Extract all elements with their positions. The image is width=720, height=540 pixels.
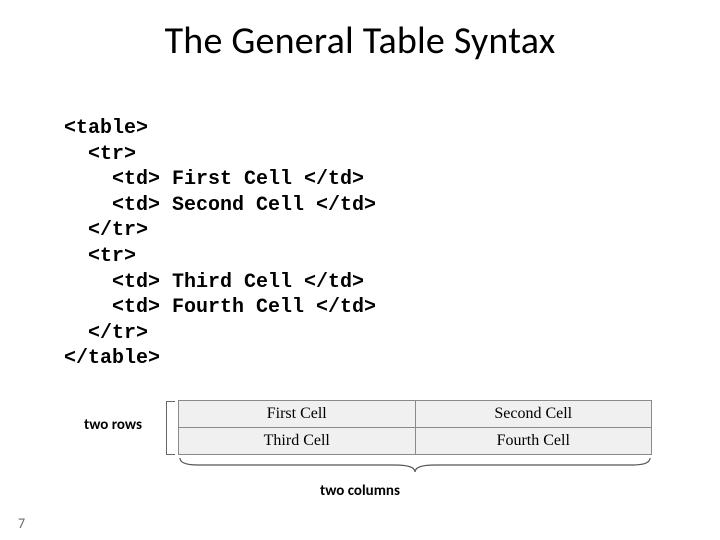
two-rows-label: two rows: [84, 416, 142, 434]
column-brace-icon: [178, 456, 652, 474]
two-columns-label: two columns: [0, 482, 720, 500]
code-block: <table> <tr> <td> First Cell </td> <td> …: [64, 116, 376, 372]
slide-title: The General Table Syntax: [0, 18, 720, 64]
table-cell: First Cell: [179, 401, 416, 428]
table-row: First Cell Second Cell: [179, 401, 652, 428]
table-cell: Fourth Cell: [415, 428, 652, 455]
rendered-table: First Cell Second Cell Third Cell Fourth…: [178, 400, 652, 455]
table-row: Third Cell Fourth Cell: [179, 428, 652, 455]
table-cell: Third Cell: [179, 428, 416, 455]
row-bracket-icon: [166, 401, 175, 455]
slide-number: 7: [18, 515, 25, 532]
table-cell: Second Cell: [415, 401, 652, 428]
